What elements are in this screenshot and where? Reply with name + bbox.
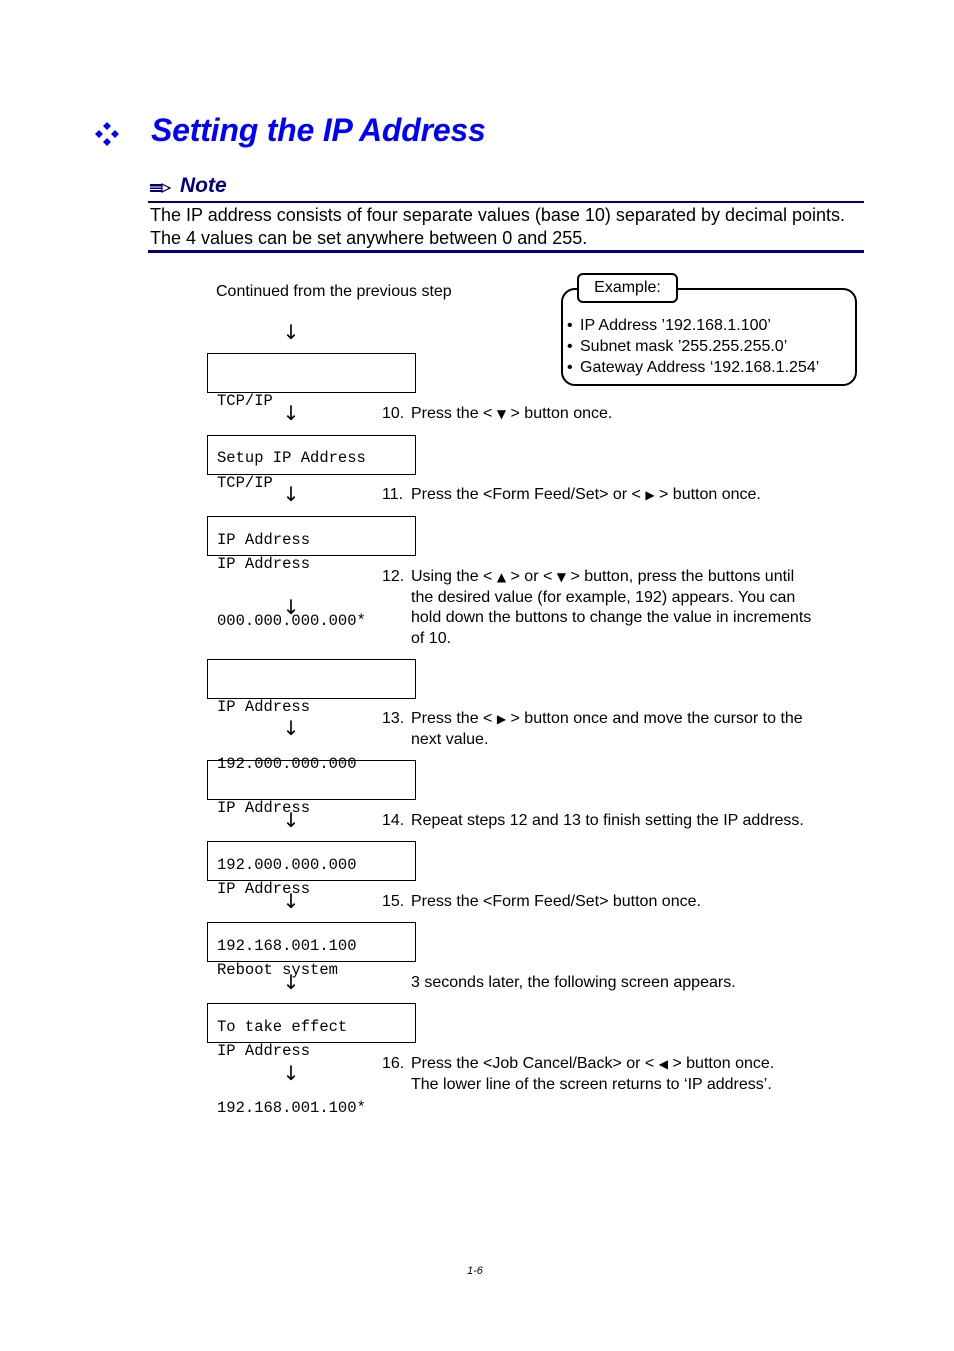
bullet-icon: • [567,338,573,355]
lcd-line-2: 192.168.001.100* [217,1099,366,1117]
lcd-screen: IP Address 192.000.000.000 [207,659,416,773]
lcd-screen: IP Address 192.168.001.100* [207,1003,416,1117]
pencil-icon [150,181,172,193]
note-label: Note [180,174,227,197]
down-triangle-icon: ▼ [556,570,566,584]
step-10: 10. Press the < ▼ > button once. [382,405,613,422]
example-list: • IP Address ’192.168.1.100’ • Subnet mask… [567,315,819,378]
lcd-screen: IP Address 192.168.001.100 [207,841,416,955]
step-11: 11. Press the <Form Feed/Set> or < ▶ > bu… [382,486,761,503]
lcd-screen: Reboot system To take effect [207,922,416,1036]
note-top-rule [148,201,864,203]
example-item: • IP Address ’192.168.1.100’ [567,317,771,334]
bullet-icon: • [567,359,573,376]
bullet-icon: • [567,317,573,334]
four-diamond-bullet-icon [93,120,121,148]
step-14: 14. Repeat steps 12 and 13 to finish sett… [382,812,804,829]
example-item: • Subnet mask ’255.255.255.0’ [567,338,788,355]
left-triangle-icon: ◀ [658,1057,668,1071]
note-text: The IP address consists of four separate… [150,205,846,248]
right-triangle-icon: ▶ [645,488,655,502]
example-label: Example: [577,273,678,303]
right-triangle-icon: ▶ [496,712,507,726]
note-bottom-rule [148,250,864,253]
flow-intro: Continued from the previous step [216,283,452,300]
lcd-screen: TCP/IP IP Address [207,435,416,549]
down-triangle-icon: ▼ [496,407,507,421]
step-15: 15. Press the <Form Feed/Set> button once… [382,893,701,910]
down-arrow-icon: ↓ [282,320,300,344]
step-note-reboot: 3 seconds later, the following screen ap… [411,974,736,991]
page-number: 1-6 [467,1265,483,1277]
example-item: • Gateway Address ‘192.168.1.254’ [567,359,820,376]
up-triangle-icon: ▲ [496,570,507,584]
step-13: 13. Press the < ▶ > button once and move … [382,710,803,748]
step-16: 16. Press the <Job Cancel/Back> or < ◀ > … [382,1055,775,1093]
step-12: 12. Using the < ▲ > or < ▼ > button, pres… [382,568,812,647]
lcd-screen: IP Address 192.000.000.000 [207,760,416,874]
lcd-line-1: Reboot system [217,961,338,979]
lcd-screen: IP Address 000.000.000.000* [207,516,416,630]
page-title: Setting the IP Address [151,112,486,148]
lcd-screen: TCP/IP Setup IP Address [207,353,416,467]
